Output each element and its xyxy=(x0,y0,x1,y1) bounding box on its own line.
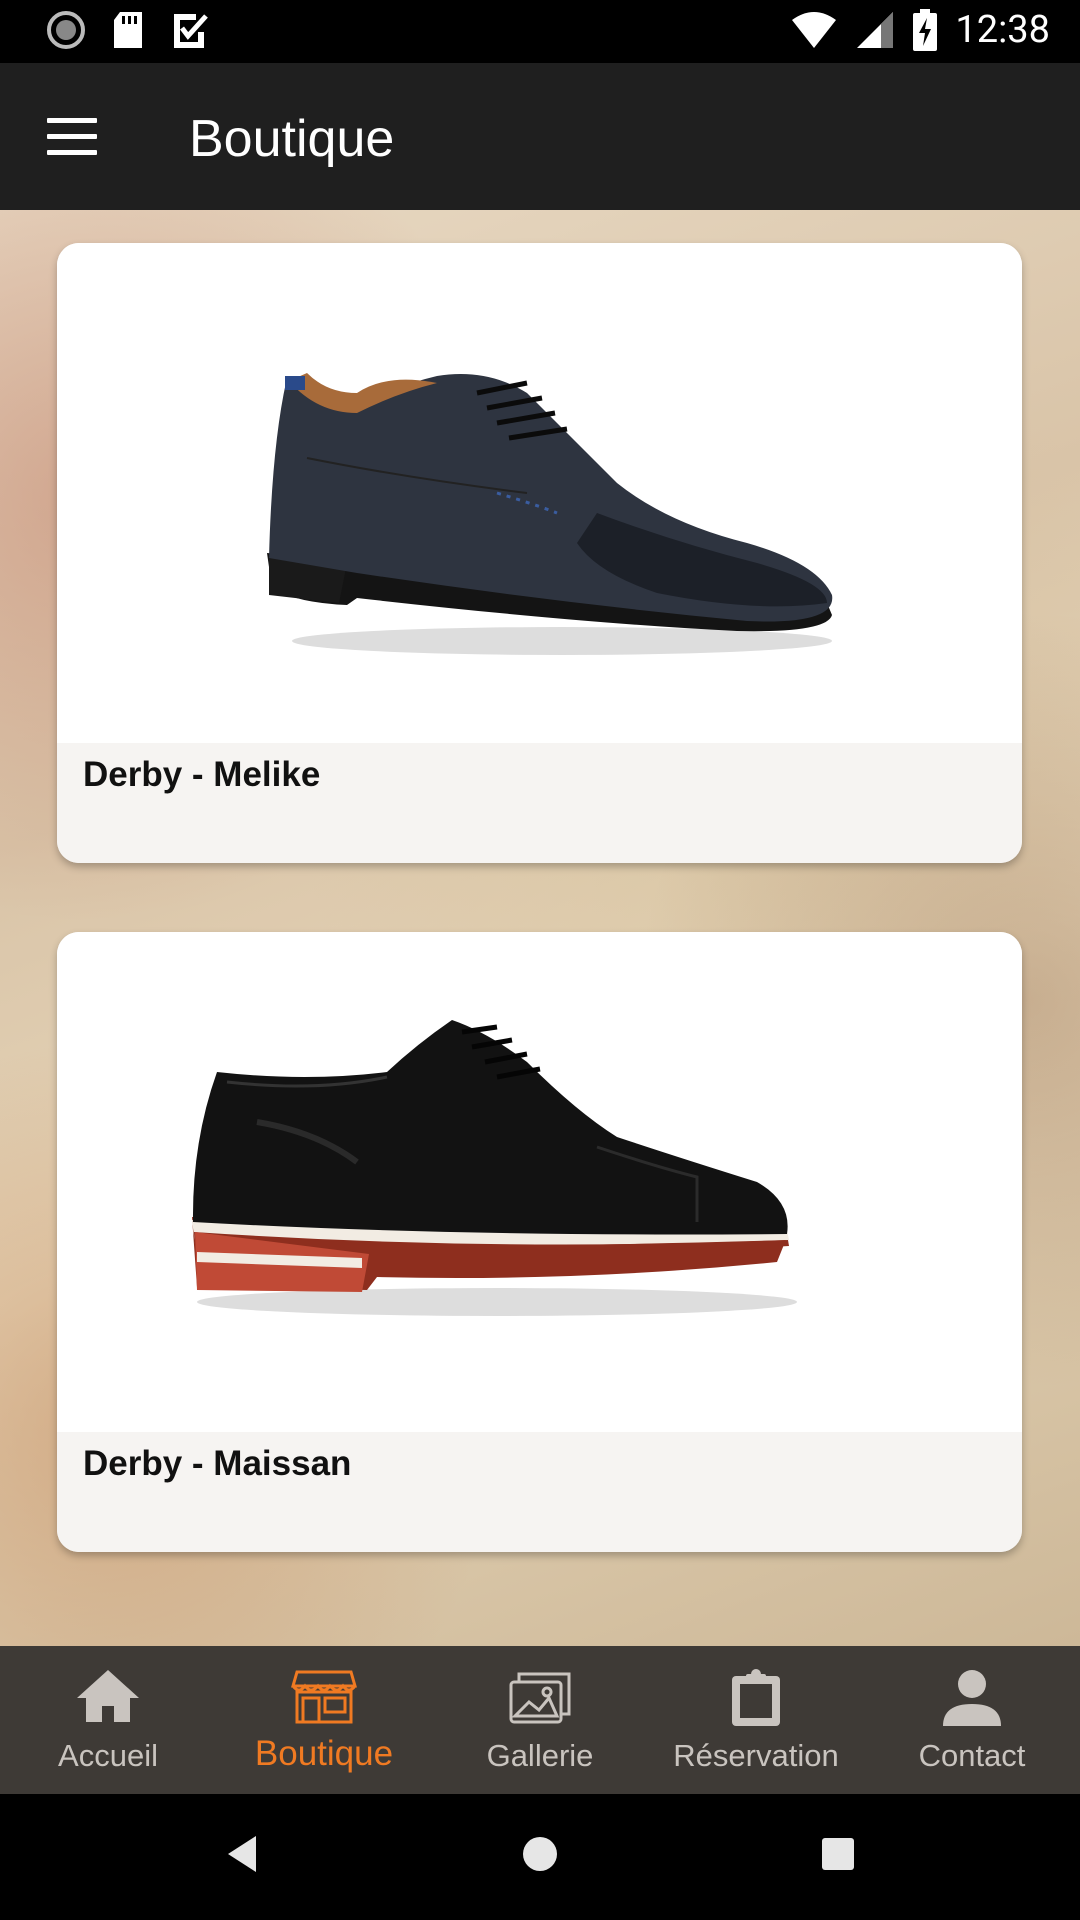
sd-card-icon xyxy=(114,12,142,48)
gallery-icon xyxy=(509,1672,571,1724)
wifi-icon xyxy=(792,12,837,48)
nav-label: Contact xyxy=(918,1738,1026,1773)
nav-accueil[interactable]: Accueil xyxy=(0,1646,216,1794)
nav-gallerie[interactable]: Gallerie xyxy=(432,1646,648,1794)
battery-charging-icon xyxy=(913,9,938,51)
product-list[interactable]: Derby - Melike Derby - Maissan xyxy=(0,210,1080,1646)
nav-contact[interactable]: Contact xyxy=(864,1646,1080,1794)
product-footer: Derby - Maissan xyxy=(57,1432,1022,1552)
home-icon xyxy=(77,1670,139,1722)
product-name: Derby - Maissan xyxy=(83,1444,352,1483)
status-right-icons: 12:38 xyxy=(791,8,1050,52)
checkbox-icon xyxy=(174,14,208,48)
status-left-icons xyxy=(46,10,208,50)
back-icon[interactable] xyxy=(224,1834,260,1874)
person-icon xyxy=(943,1670,1001,1726)
shoe-image xyxy=(192,1020,797,1316)
nav-boutique[interactable]: Boutique xyxy=(216,1646,432,1794)
system-navigation-bar xyxy=(0,1794,1080,1920)
home-button-icon[interactable] xyxy=(520,1834,560,1874)
product-card[interactable]: Derby - Melike xyxy=(57,243,1022,863)
clipboard-icon xyxy=(732,1669,780,1726)
sync-icon xyxy=(47,11,85,49)
page-title: Boutique xyxy=(189,110,395,168)
nav-reservation[interactable]: Réservation xyxy=(648,1646,864,1794)
nav-label: Réservation xyxy=(673,1738,839,1773)
bottom-navigation: Accueil Boutique Gallerie Réservation Co… xyxy=(0,1646,1080,1794)
nav-label: Accueil xyxy=(58,1738,158,1773)
recents-icon[interactable] xyxy=(820,1836,856,1872)
menu-icon[interactable] xyxy=(47,118,97,155)
signal-icon xyxy=(857,12,894,48)
shoe-image xyxy=(267,373,833,655)
product-card[interactable]: Derby - Maissan xyxy=(57,932,1022,1552)
product-image xyxy=(57,932,1022,1432)
app-bar: Boutique xyxy=(0,63,1080,210)
store-icon xyxy=(291,1670,357,1724)
nav-label: Gallerie xyxy=(486,1738,594,1773)
status-time: 12:38 xyxy=(955,8,1050,52)
nav-label: Boutique xyxy=(254,1734,394,1773)
status-bar: 12:38 xyxy=(0,0,1080,63)
product-footer: Derby - Melike xyxy=(57,743,1022,863)
product-image xyxy=(57,243,1022,743)
product-name: Derby - Melike xyxy=(83,755,321,794)
